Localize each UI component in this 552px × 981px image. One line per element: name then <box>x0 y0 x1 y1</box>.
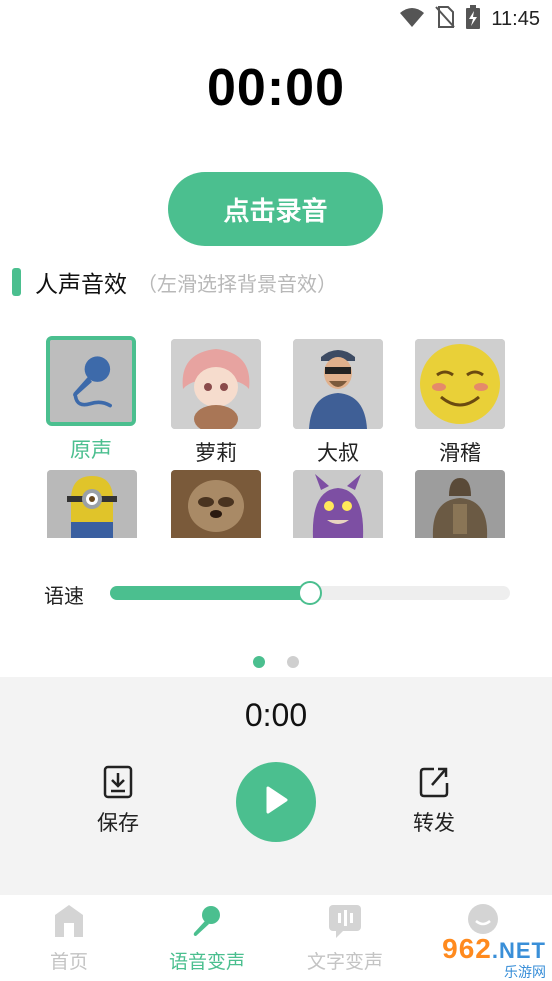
nav-home[interactable]: 首页 <box>0 895 138 981</box>
wifi-icon <box>399 6 425 32</box>
nav-voice-change[interactable]: 语音变声 <box>138 895 276 981</box>
nav-text-voice-label: 文字变声 <box>306 951 383 973</box>
section-header: 人声音效 （左滑选择背景音效） <box>12 262 337 302</box>
voice-item-monster[interactable] <box>293 470 383 538</box>
uncle-avatar <box>293 339 383 429</box>
voice-label: 萝莉 <box>195 441 237 465</box>
voice-thumb[interactable] <box>293 470 383 538</box>
watermark-sub: 乐游网 <box>504 965 546 981</box>
speed-slider[interactable] <box>110 581 510 605</box>
status-bar: 11:45 <box>0 0 552 38</box>
voice-item-funny[interactable]: 滑稽 <box>415 339 505 467</box>
voice-thumb[interactable] <box>415 470 505 538</box>
status-time: 11:45 <box>491 7 540 30</box>
watermark-logo: 962.NET 乐游网 <box>410 933 546 981</box>
voice-item-knight[interactable] <box>415 470 505 538</box>
page-dot-active <box>253 656 265 668</box>
voice-thumb[interactable] <box>46 336 136 426</box>
voice-thumb[interactable] <box>47 470 137 538</box>
play-button[interactable] <box>236 762 316 842</box>
monster-avatar <box>293 470 383 538</box>
share-icon <box>418 767 450 803</box>
microphone-icon <box>190 903 224 943</box>
playback-time: 0:00 <box>244 697 308 733</box>
minion-avatar <box>47 470 137 538</box>
record-timer: 00:00 <box>207 59 345 117</box>
save-icon <box>102 765 134 803</box>
voice-item-loli[interactable]: 萝莉 <box>171 339 261 467</box>
watermark-main: 962.NET <box>442 933 546 964</box>
microphone-icon <box>50 340 132 422</box>
player-panel: 0:00 保存 转发 <box>0 677 552 895</box>
voice-thumb[interactable] <box>415 339 505 429</box>
voice-label: 滑稽 <box>439 441 481 465</box>
section-accent-bar <box>12 268 21 296</box>
voice-item-uncle[interactable]: 大叔 <box>293 339 383 467</box>
speed-slider-handle[interactable] <box>298 581 322 605</box>
voice-thumb[interactable] <box>293 339 383 429</box>
voice-thumb[interactable] <box>171 339 261 429</box>
page-indicator <box>0 656 552 668</box>
speed-label: 语速 <box>44 584 84 608</box>
share-label: 转发 <box>413 811 455 835</box>
no-sim-icon <box>435 5 456 33</box>
anime-girl-avatar <box>171 339 261 429</box>
battery-charging-icon <box>465 5 481 33</box>
voice-item-original[interactable]: 原声 <box>46 336 136 464</box>
voice-item-minion[interactable] <box>47 470 137 538</box>
page-dot <box>287 656 299 668</box>
smiley-face-avatar <box>415 339 505 429</box>
nav-voice-change-label: 语音变声 <box>168 951 245 973</box>
section-title: 人声音效 <box>35 272 127 298</box>
play-icon <box>262 785 290 819</box>
record-button[interactable]: 点击录音 <box>168 172 383 246</box>
armor-knight-avatar <box>415 470 505 538</box>
voice-item-sloth[interactable] <box>171 470 261 538</box>
nav-home-label: 首页 <box>49 951 88 973</box>
chat-voice-icon <box>328 903 362 943</box>
home-icon <box>53 903 85 943</box>
speed-slider-fill <box>110 586 310 600</box>
section-hint: （左滑选择背景音效） <box>137 271 337 296</box>
voice-label: 大叔 <box>317 441 359 465</box>
sloth-avatar <box>171 470 261 538</box>
save-button[interactable]: 保存 <box>78 765 158 837</box>
nav-text-voice[interactable]: 文字变声 <box>276 895 414 981</box>
status-icons: 11:45 <box>399 5 540 33</box>
share-button[interactable]: 转发 <box>394 765 474 837</box>
voice-thumb[interactable] <box>171 470 261 538</box>
save-label: 保存 <box>97 811 139 835</box>
voice-label: 原声 <box>70 438 112 462</box>
